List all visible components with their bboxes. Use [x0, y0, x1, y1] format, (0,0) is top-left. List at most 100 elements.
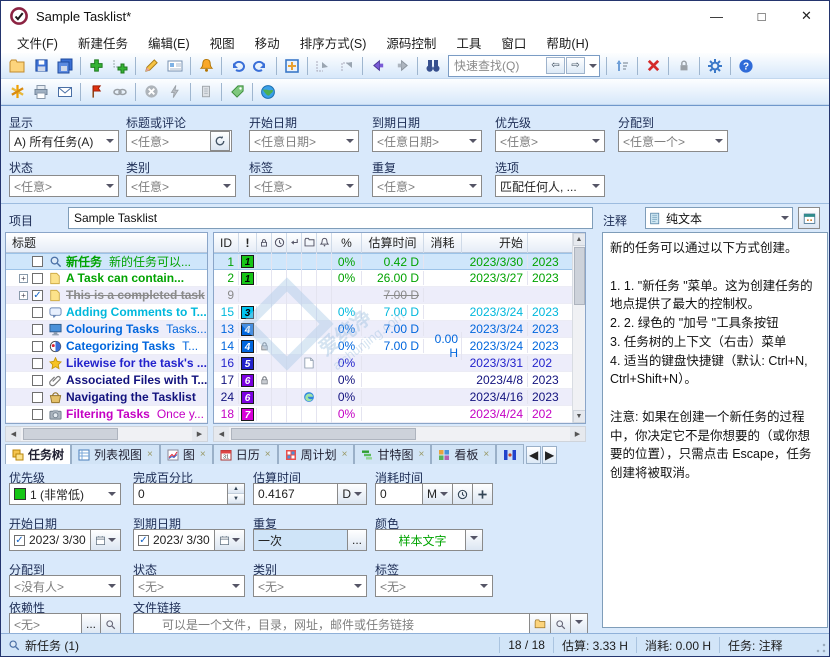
resize-grip[interactable] [815, 642, 827, 654]
duedate-checkbox[interactable]: ✓ [138, 535, 149, 546]
task-checkbox[interactable]: ✓ [32, 290, 43, 301]
tab-dependency[interactable] [496, 444, 524, 464]
tree-expander[interactable]: + [19, 291, 28, 300]
filter-category-combo[interactable]: <任意> [126, 175, 236, 197]
task-checkbox[interactable] [32, 358, 43, 369]
depends-goto-button[interactable] [100, 614, 120, 634]
color-dropdown-button[interactable] [465, 530, 482, 550]
indent-button[interactable] [311, 55, 335, 77]
menu-tools[interactable]: 工具 [446, 33, 491, 52]
sort-button[interactable] [610, 55, 634, 77]
filter-status-combo[interactable]: <任意> [9, 175, 119, 197]
column-header-reminder[interactable] [317, 233, 332, 253]
task-row[interactable]: Likewise for the task's ... [6, 355, 207, 372]
quick-find-prev-button[interactable]: ⇦ [546, 57, 565, 74]
project-input[interactable]: Sample Tasklist [68, 207, 593, 229]
filter-show-combo[interactable]: A) 所有任务(A) [9, 130, 119, 152]
print-button[interactable] [29, 81, 53, 103]
scroll-right-button[interactable]: ▶ [192, 427, 207, 441]
tab-gantt[interactable]: 甘特图× [354, 444, 431, 464]
columns-pane-hscrollbar[interactable]: ◀ ▶ [213, 426, 586, 442]
minimize-button[interactable]: — [694, 1, 739, 31]
save-all-button[interactable] [53, 55, 77, 77]
spellcheck-button[interactable] [5, 81, 29, 103]
cancel-button[interactable] [139, 81, 163, 103]
recurrence-edit-button[interactable]: ... [347, 530, 366, 550]
filter-tag-combo[interactable]: <任意> [249, 175, 359, 197]
menu-source-control[interactable]: 源码控制 [376, 33, 446, 52]
percent-spinner[interactable]: ▲▼ [227, 484, 244, 504]
forward-button[interactable] [390, 55, 414, 77]
menu-edit[interactable]: 编辑(E) [138, 33, 200, 52]
spent-attr-field[interactable]: 0 M [375, 483, 493, 505]
task-row-values[interactable]: 11 0%0.42 D2023/3/302023 [214, 253, 585, 270]
task-row[interactable]: Navigating the Tasklist [6, 389, 207, 406]
tab-chart[interactable]: 图× [160, 444, 213, 464]
task-row[interactable]: 新任务新的任务可以... [6, 253, 207, 270]
email-button[interactable] [53, 81, 77, 103]
task-row[interactable]: + A Task can contain... [6, 270, 207, 287]
menu-new-task[interactable]: 新建任务 [68, 33, 138, 52]
tags-attr-combo[interactable]: <无> [375, 575, 493, 597]
task-row-values[interactable]: 187 0%2023/4/24202 [214, 406, 585, 423]
new-subtask-button[interactable] [108, 55, 132, 77]
add-time-button[interactable] [472, 484, 492, 504]
comments-text-area[interactable]: 新的任务可以通过以下方式创建。 1. 1. "新任务 "菜单。这为创建任务的地点… [602, 232, 828, 628]
scrollbar-thumb[interactable] [23, 428, 118, 440]
task-checkbox[interactable] [32, 273, 43, 284]
scroll-left-button[interactable]: ◀ [214, 427, 229, 441]
menu-help[interactable]: 帮助(H) [536, 33, 598, 52]
status-attr-combo[interactable]: <无> [133, 575, 245, 597]
column-header-title[interactable]: 标题 [6, 233, 207, 253]
duedate-attr-field[interactable]: ✓ 2023/ 3/30 [133, 529, 245, 551]
task-checkbox[interactable] [32, 341, 43, 352]
scroll-down-button[interactable]: ▼ [573, 410, 586, 423]
tree-expander[interactable]: + [19, 274, 28, 283]
menu-sort[interactable]: 排序方式(S) [290, 33, 377, 52]
scrollbar-thumb[interactable] [231, 428, 416, 440]
task-row-values[interactable]: 9 7.00 D [214, 287, 585, 304]
tab-scroll-right-button[interactable]: ▶ [542, 446, 557, 464]
task-row[interactable]: Filtering TasksOnce y... [6, 406, 207, 423]
tab-close-icon[interactable]: × [200, 449, 206, 460]
column-header-lock[interactable] [257, 233, 272, 253]
quick-find-box[interactable]: 快速查找(Q) ⇦ ⇨ [448, 55, 600, 77]
undo-button[interactable] [225, 55, 249, 77]
task-row-values[interactable]: 134 0%7.00 D2023/3/242023 [214, 321, 585, 338]
filelink-attr-field[interactable]: 可以是一个文件，目录，网址，邮件或任务链接 [133, 613, 588, 635]
back-button[interactable] [366, 55, 390, 77]
find-tasks-button[interactable] [421, 55, 445, 77]
column-header-id[interactable]: ID [214, 233, 239, 253]
task-row[interactable]: +✓ This is a completed task [6, 287, 207, 304]
tab-close-icon[interactable]: × [342, 449, 348, 460]
priority-attr-combo[interactable]: 1 (非常低) [9, 483, 121, 505]
new-task-button[interactable] [84, 55, 108, 77]
task-row-values[interactable]: 176 0%2023/4/82023 [214, 372, 585, 389]
save-button[interactable] [29, 55, 53, 77]
outdent-button[interactable] [335, 55, 359, 77]
color-attr-combo[interactable]: 样本文字 [375, 529, 483, 551]
run-tool-button[interactable] [163, 81, 187, 103]
startdate-checkbox[interactable]: ✓ [14, 535, 25, 546]
tab-kanban[interactable]: 看板× [431, 444, 496, 464]
menu-file[interactable]: 文件(F) [7, 33, 68, 52]
column-header-spent[interactable]: 消耗 [424, 233, 462, 253]
delete-task-button[interactable] [641, 55, 665, 77]
tab-list-view[interactable]: 列表视图× [71, 444, 160, 464]
quick-find-dropdown-caret[interactable] [589, 64, 597, 72]
menu-view[interactable]: 视图 [200, 33, 245, 52]
task-checkbox[interactable] [32, 392, 43, 403]
tab-week-planner[interactable]: 周计划× [278, 444, 355, 464]
spent-unit-button[interactable]: M [422, 484, 452, 504]
quick-find-next-button[interactable]: ⇨ [566, 57, 585, 74]
task-row-values[interactable]: 165 0%2023/3/31202 [214, 355, 585, 372]
tab-scroll-left-button[interactable]: ◀ [526, 446, 541, 464]
estimate-attr-field[interactable]: 0.4167 D [253, 483, 367, 505]
comments-date-button[interactable] [798, 207, 820, 229]
tab-calendar[interactable]: 31 日历× [213, 444, 278, 464]
preferences-button[interactable] [703, 55, 727, 77]
tab-close-icon[interactable]: × [147, 449, 153, 460]
tab-close-icon[interactable]: × [265, 449, 271, 460]
link-button[interactable] [108, 81, 132, 103]
column-header-time[interactable] [272, 233, 287, 253]
